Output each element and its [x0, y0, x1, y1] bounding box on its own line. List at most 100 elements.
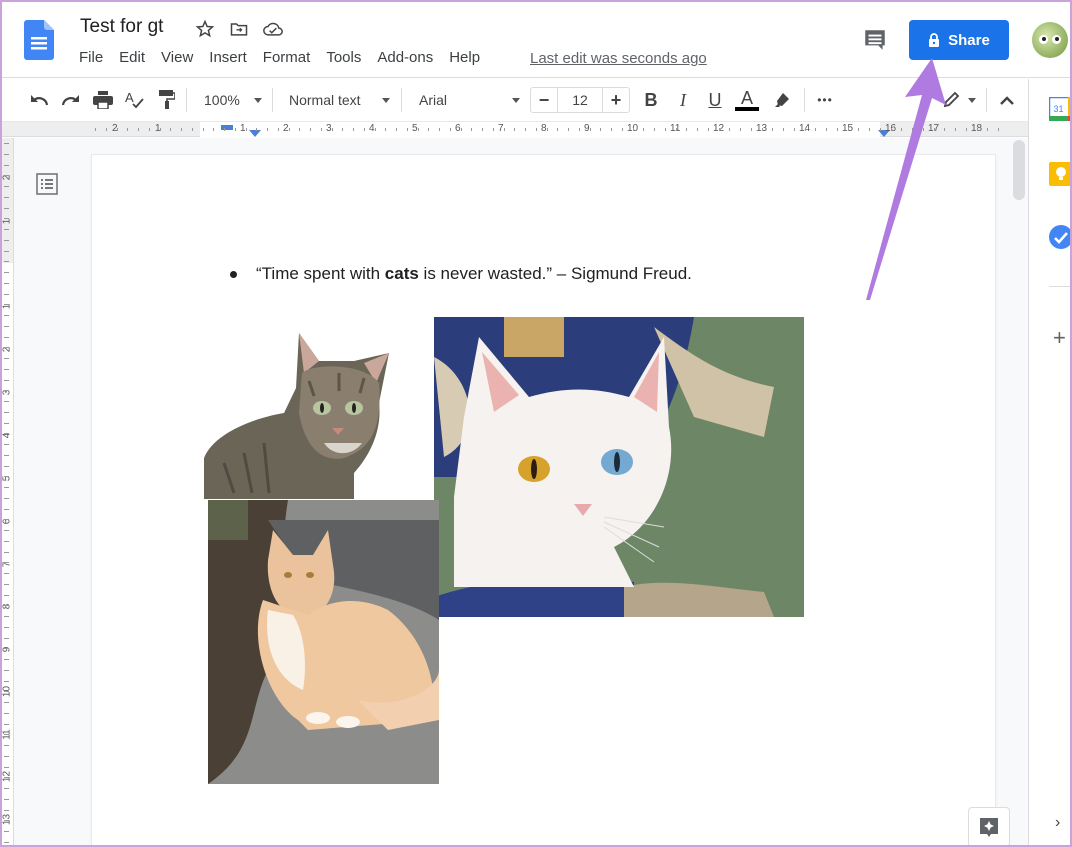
menu-edit[interactable]: Edit [119, 49, 145, 66]
ruler-tick [4, 444, 9, 445]
tasks-icon[interactable] [1049, 225, 1072, 249]
bold-button[interactable]: B [640, 89, 662, 111]
ruler-number: 9 [584, 123, 590, 134]
chevron-down-icon [254, 97, 262, 103]
comment-history-icon[interactable] [862, 27, 888, 53]
tabby-cat-image[interactable] [204, 333, 390, 499]
ruler-tick [4, 487, 9, 488]
explore-button[interactable] [968, 807, 1010, 847]
menu-insert[interactable]: Insert [209, 49, 247, 66]
ruler-tick [4, 401, 9, 402]
ruler-tick [4, 347, 9, 348]
ruler-number: 6 [455, 123, 461, 134]
ruler-tick [772, 128, 773, 131]
print-icon[interactable] [92, 89, 114, 111]
ruler-tick [547, 128, 548, 131]
vertical-ruler[interactable]: 2112345678910111213 [0, 138, 14, 847]
last-edit-link[interactable]: Last edit was seconds ago [530, 50, 707, 67]
ruler-tick [869, 128, 870, 131]
spellcheck-icon[interactable]: A [124, 89, 146, 111]
document-outline-icon[interactable] [36, 173, 58, 195]
chevron-down-icon[interactable] [968, 98, 976, 103]
ruler-tick [117, 128, 118, 131]
ruler-tick [891, 128, 892, 131]
ruler-tick [4, 498, 9, 499]
horizontal-ruler[interactable]: 21123456789101112131415161718 [0, 121, 1028, 137]
ruler-tick [4, 713, 9, 714]
ruler-tick [375, 128, 376, 131]
ruler-tick [4, 788, 9, 789]
ruler-tick [4, 315, 9, 316]
ruler-tick [4, 154, 9, 155]
ruler-tick [127, 128, 128, 131]
docs-logo-icon[interactable] [24, 20, 54, 60]
editing-mode-icon[interactable] [940, 89, 962, 111]
ruler-tick [783, 128, 784, 131]
menu-help[interactable]: Help [449, 49, 480, 66]
ruler-tick [482, 128, 483, 131]
underline-button[interactable]: U [704, 89, 726, 111]
ruler-tick [4, 605, 9, 606]
white-cat-image[interactable] [434, 317, 804, 617]
ruler-tick [4, 691, 9, 692]
menu-view[interactable]: View [161, 49, 193, 66]
ruler-tick [4, 240, 9, 241]
paint-format-icon[interactable] [156, 89, 178, 111]
left-indent-marker[interactable] [249, 130, 261, 137]
calendar-icon[interactable]: 31 [1049, 97, 1072, 121]
ruler-tick [4, 423, 9, 424]
expand-side-panel-icon[interactable]: › [1055, 814, 1060, 832]
undo-icon[interactable] [28, 89, 50, 111]
svg-text:31: 31 [1053, 104, 1063, 114]
ruler-tick [536, 128, 537, 131]
share-button[interactable]: Share [909, 20, 1009, 60]
get-add-ons-icon[interactable]: + [1053, 325, 1066, 351]
ruler-tick [235, 128, 236, 131]
ruler-tick [4, 412, 9, 413]
zoom-select[interactable]: 100% [204, 89, 262, 111]
cloud-saved-icon[interactable] [262, 18, 284, 40]
ruler-number: 5 [412, 123, 418, 134]
ruler-number: 2 [283, 123, 289, 134]
ruler-tick [998, 128, 999, 131]
avatar[interactable] [1032, 22, 1068, 58]
ruler-number: 4 [1, 432, 13, 439]
hide-menus-icon[interactable] [996, 89, 1018, 111]
ruler-tick [955, 128, 956, 131]
keep-icon[interactable] [1049, 162, 1072, 186]
vertical-scrollbar[interactable] [1013, 140, 1025, 200]
quote-text-end: is never wasted.” – Sigmund Freud. [418, 264, 692, 283]
first-line-indent-marker[interactable] [221, 125, 233, 130]
ruler-tick [4, 584, 9, 585]
ruler-tick [4, 702, 9, 703]
highlight-icon[interactable] [771, 89, 793, 111]
increase-font-size-button[interactable]: + [603, 88, 629, 112]
document-title[interactable]: Test for gt [80, 16, 163, 38]
ruler-tick [321, 128, 322, 131]
ruler-number: 5 [1, 475, 13, 482]
ruler-tick [4, 799, 9, 800]
menu-format[interactable]: Format [263, 49, 311, 66]
move-to-folder-icon[interactable] [228, 18, 250, 40]
more-options-button[interactable]: ••• [814, 89, 836, 111]
zoom-value: 100% [204, 92, 240, 108]
italic-button[interactable]: I [672, 89, 694, 111]
menu-add-ons[interactable]: Add-ons [377, 49, 433, 66]
style-select[interactable]: Normal text [289, 89, 390, 111]
star-icon[interactable] [194, 18, 216, 40]
menu-file[interactable]: File [79, 49, 103, 66]
decrease-font-size-button[interactable]: − [531, 88, 557, 112]
ruler-tick [278, 128, 279, 131]
text-color-button[interactable]: A [735, 87, 759, 111]
ruler-tick [504, 128, 505, 131]
menu-tools[interactable]: Tools [326, 49, 361, 66]
ginger-cat-image[interactable] [208, 500, 439, 784]
bullet-list-item[interactable]: “Time spent with cats is never wasted.” … [230, 264, 692, 284]
redo-icon[interactable] [60, 89, 82, 111]
font-size-input[interactable]: 12 [557, 88, 603, 112]
text-color-glyph: A [740, 87, 753, 108]
ruler-tick [461, 128, 462, 131]
ruler-tick [289, 128, 290, 131]
ruler-tick [4, 390, 9, 391]
font-select[interactable]: Arial [419, 89, 520, 111]
